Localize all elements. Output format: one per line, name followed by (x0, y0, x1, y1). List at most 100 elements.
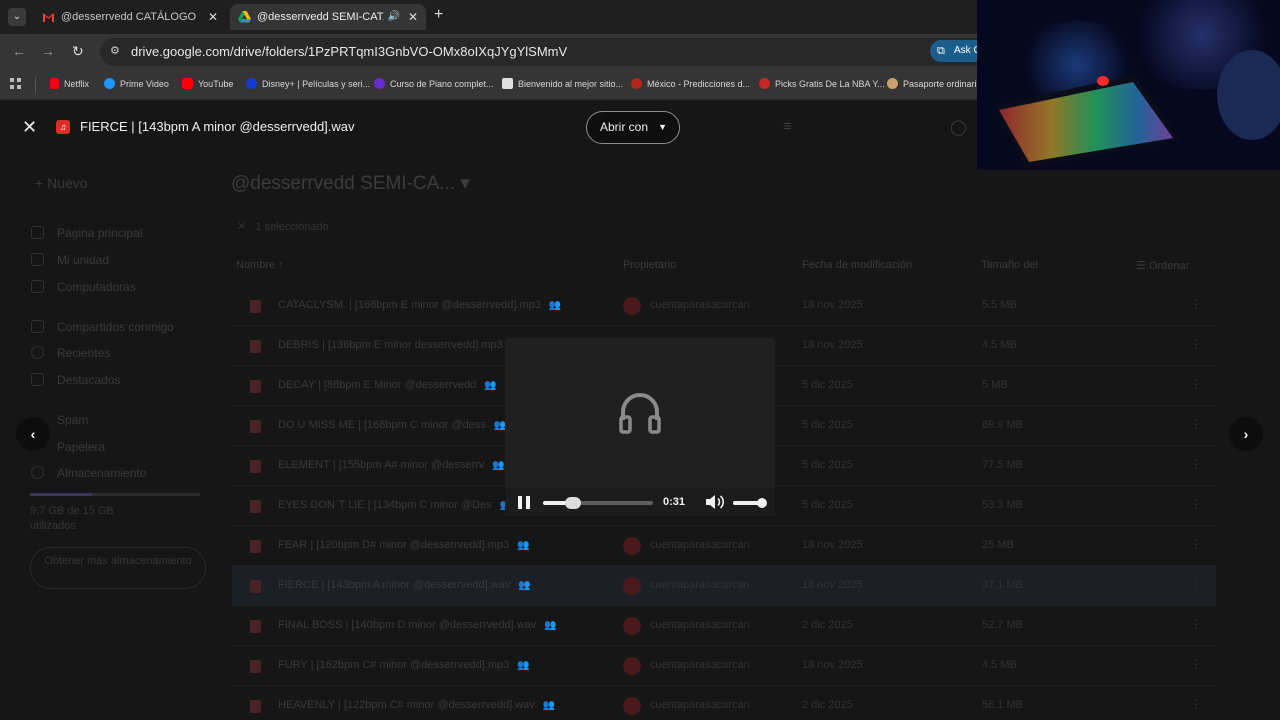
tab-title: @desserrvedd SEMI-CATÁLOGO (257, 11, 384, 23)
column-name[interactable]: Nombre ↑ (236, 259, 284, 271)
bookmark-netflix[interactable]: Netflix (50, 78, 89, 89)
more-actions-icon[interactable]: ⋮ (1190, 377, 1202, 391)
new-button[interactable]: + Nuevo (35, 175, 88, 191)
volume-handle[interactable] (756, 498, 767, 508)
reload-icon[interactable]: ↻ (72, 43, 84, 60)
more-actions-icon[interactable]: ⋮ (1190, 617, 1202, 631)
audio-file-icon (250, 540, 261, 553)
more-actions-icon[interactable]: ⋮ (1190, 497, 1202, 511)
audio-file-icon (250, 700, 261, 713)
sidebar-item-my-drive[interactable]: Mi unidad (57, 253, 109, 267)
file-owner: cuentaparasacarcan (650, 659, 750, 671)
passport-icon (887, 78, 898, 89)
file-modified: 18 nov 2025 (802, 539, 863, 551)
audio-playing-icon[interactable]: 🔊 (388, 4, 400, 30)
shared-users-icon: 👥 (544, 620, 557, 631)
bookmark-youtube[interactable]: YouTube (182, 78, 233, 89)
forward-icon[interactable]: → (41, 43, 55, 59)
webcam-headphones (1217, 50, 1280, 140)
tab-semi-catalogo[interactable]: @desserrvedd SEMI-CATÁLOGO 🔊 ✕ (230, 4, 426, 30)
tab-catalogo[interactable]: @desserrvedd CATÁLOGO - pillsinthe ✕ (34, 4, 226, 30)
bookmark-disney[interactable]: Disney+ | Películas y seri... (246, 78, 370, 89)
sidebar-item-storage[interactable]: Almacenamiento (57, 466, 146, 480)
file-name: EYES DON´T LIE | [134bpm C minor @Des👥 (278, 499, 512, 511)
file-owner: cuentaparasacarcan (650, 699, 750, 711)
file-modified: 5 dic 2025 (802, 459, 853, 471)
more-actions-icon[interactable]: ⋮ (1190, 537, 1202, 551)
previous-file-icon[interactable]: ‹ (16, 417, 50, 451)
seek-slider[interactable] (543, 497, 653, 509)
bookmark-piano[interactable]: Curso de Piano complet... (374, 78, 494, 89)
file-owner: cuentaparasacarcan (650, 299, 750, 311)
disney-icon (246, 78, 257, 89)
tab-close-icon[interactable]: ✕ (208, 4, 218, 30)
table-row[interactable]: FIERCE | [143bpm A minor @desserrvedd].w… (232, 566, 1216, 606)
close-viewer-icon[interactable]: ✕ (22, 118, 37, 136)
bookmark-mexico[interactable]: México - Predicciones d... (631, 78, 750, 89)
file-modified: 5 dic 2025 (802, 499, 853, 511)
address-bar[interactable]: ⚙ drive.google.com/drive/folders/1PzPRTq… (100, 38, 1000, 66)
column-owner[interactable]: Propietario (623, 259, 676, 271)
bookmark-prime-video[interactable]: Prime Video (104, 78, 169, 89)
bookmark-pasaporte[interactable]: Pasaporte ordinario (887, 78, 982, 89)
shared-icon (31, 320, 44, 333)
viewer-file-title: FIERCE | [143bpm A minor @desserrvedd].w… (80, 119, 355, 134)
back-icon[interactable]: ← (12, 43, 26, 59)
table-row[interactable]: CATACLYSM. | [168bpm E minor @desserrved… (232, 286, 1216, 326)
sidebar-item-home[interactable]: Página principal (57, 226, 142, 240)
table-row[interactable]: FEAR | [120bpm D# minor @desserrvedd].mp… (232, 526, 1216, 566)
audio-file-icon (250, 460, 261, 473)
new-tab-icon[interactable]: + (434, 6, 443, 24)
table-row[interactable]: FINAL BOSS | [140bpm D minor @desserrved… (232, 606, 1216, 646)
audio-file-icon (250, 300, 261, 313)
folder-title[interactable]: @desserrvedd SEMI-CA... ▾ (231, 172, 470, 195)
sort-button[interactable]: ☰ Ordenar (1136, 259, 1189, 272)
file-modified: 18 nov 2025 (802, 659, 863, 671)
volume-slider[interactable] (733, 498, 767, 508)
more-actions-icon[interactable]: ⋮ (1190, 457, 1202, 471)
volume-icon[interactable] (705, 494, 725, 510)
file-name: FINAL BOSS | [140bpm D minor @desserrved… (278, 619, 557, 631)
audio-file-icon: ♫ (56, 120, 70, 134)
more-actions-icon[interactable]: ⋮ (1190, 417, 1202, 431)
site-info-icon[interactable]: ⚙ (110, 44, 124, 58)
sidebar-item-computers[interactable]: Computadoras (57, 280, 136, 294)
column-modified[interactable]: Fecha de modificación (802, 259, 912, 271)
open-with-button[interactable]: Abrir con ▼ (586, 111, 680, 144)
google-drive-icon (238, 11, 251, 23)
apps-grid-icon[interactable] (10, 78, 22, 90)
storage-bar (30, 493, 200, 496)
more-actions-icon[interactable]: ⋮ (1190, 577, 1202, 591)
tab-close-icon[interactable]: ✕ (408, 4, 418, 30)
table-row[interactable]: HEAVENLY | [122bpm C# minor @desserrvedd… (232, 686, 1216, 720)
filter-icon[interactable]: ≡ (783, 118, 792, 135)
more-actions-icon[interactable]: ⋮ (1190, 657, 1202, 671)
computer-icon (31, 280, 44, 293)
more-actions-icon[interactable]: ⋮ (1190, 297, 1202, 311)
more-actions-icon[interactable]: ⋮ (1190, 697, 1202, 711)
more-actions-icon[interactable]: ⋮ (1190, 337, 1202, 351)
next-file-icon[interactable]: › (1229, 417, 1263, 451)
webcam-overlay (977, 0, 1280, 170)
audio-player: 0:31 (505, 338, 775, 516)
audio-file-icon (250, 580, 261, 593)
bookmark-picks[interactable]: Picks Gratis De La NBA Y... (759, 78, 885, 89)
sidebar-item-shared[interactable]: Compartidos conmigo (57, 320, 174, 334)
check-circle-icon[interactable]: ◯ (950, 118, 967, 136)
sidebar-item-starred[interactable]: Destacados (57, 373, 120, 387)
sidebar-item-recent[interactable]: Recientes (57, 346, 110, 360)
file-size: 52.7 MB (982, 619, 1023, 631)
column-size[interactable]: Tamaño del (981, 259, 1038, 271)
get-more-storage-button[interactable]: Obtener más almacenamiento (30, 547, 206, 589)
file-name: FEAR | [120bpm D# minor @desserrvedd].mp… (278, 539, 530, 551)
pause-icon[interactable] (518, 496, 530, 509)
sidebar-item-trash[interactable]: Papelera (57, 440, 105, 454)
seek-handle[interactable] (564, 497, 581, 509)
sidebar-item-spam[interactable]: Spam (57, 413, 88, 427)
file-owner: cuentaparasacarcan (650, 539, 750, 551)
table-row[interactable]: FURY | [162bpm C# minor @desserrvedd].mp… (232, 646, 1216, 686)
file-size: 77.5 MB (982, 459, 1023, 471)
webcam-red-light (1097, 76, 1109, 86)
bookmark-bienvenido[interactable]: Bienvenido al mejor sitio... (502, 78, 623, 89)
tab-search-button[interactable]: ⌄ (8, 8, 26, 26)
